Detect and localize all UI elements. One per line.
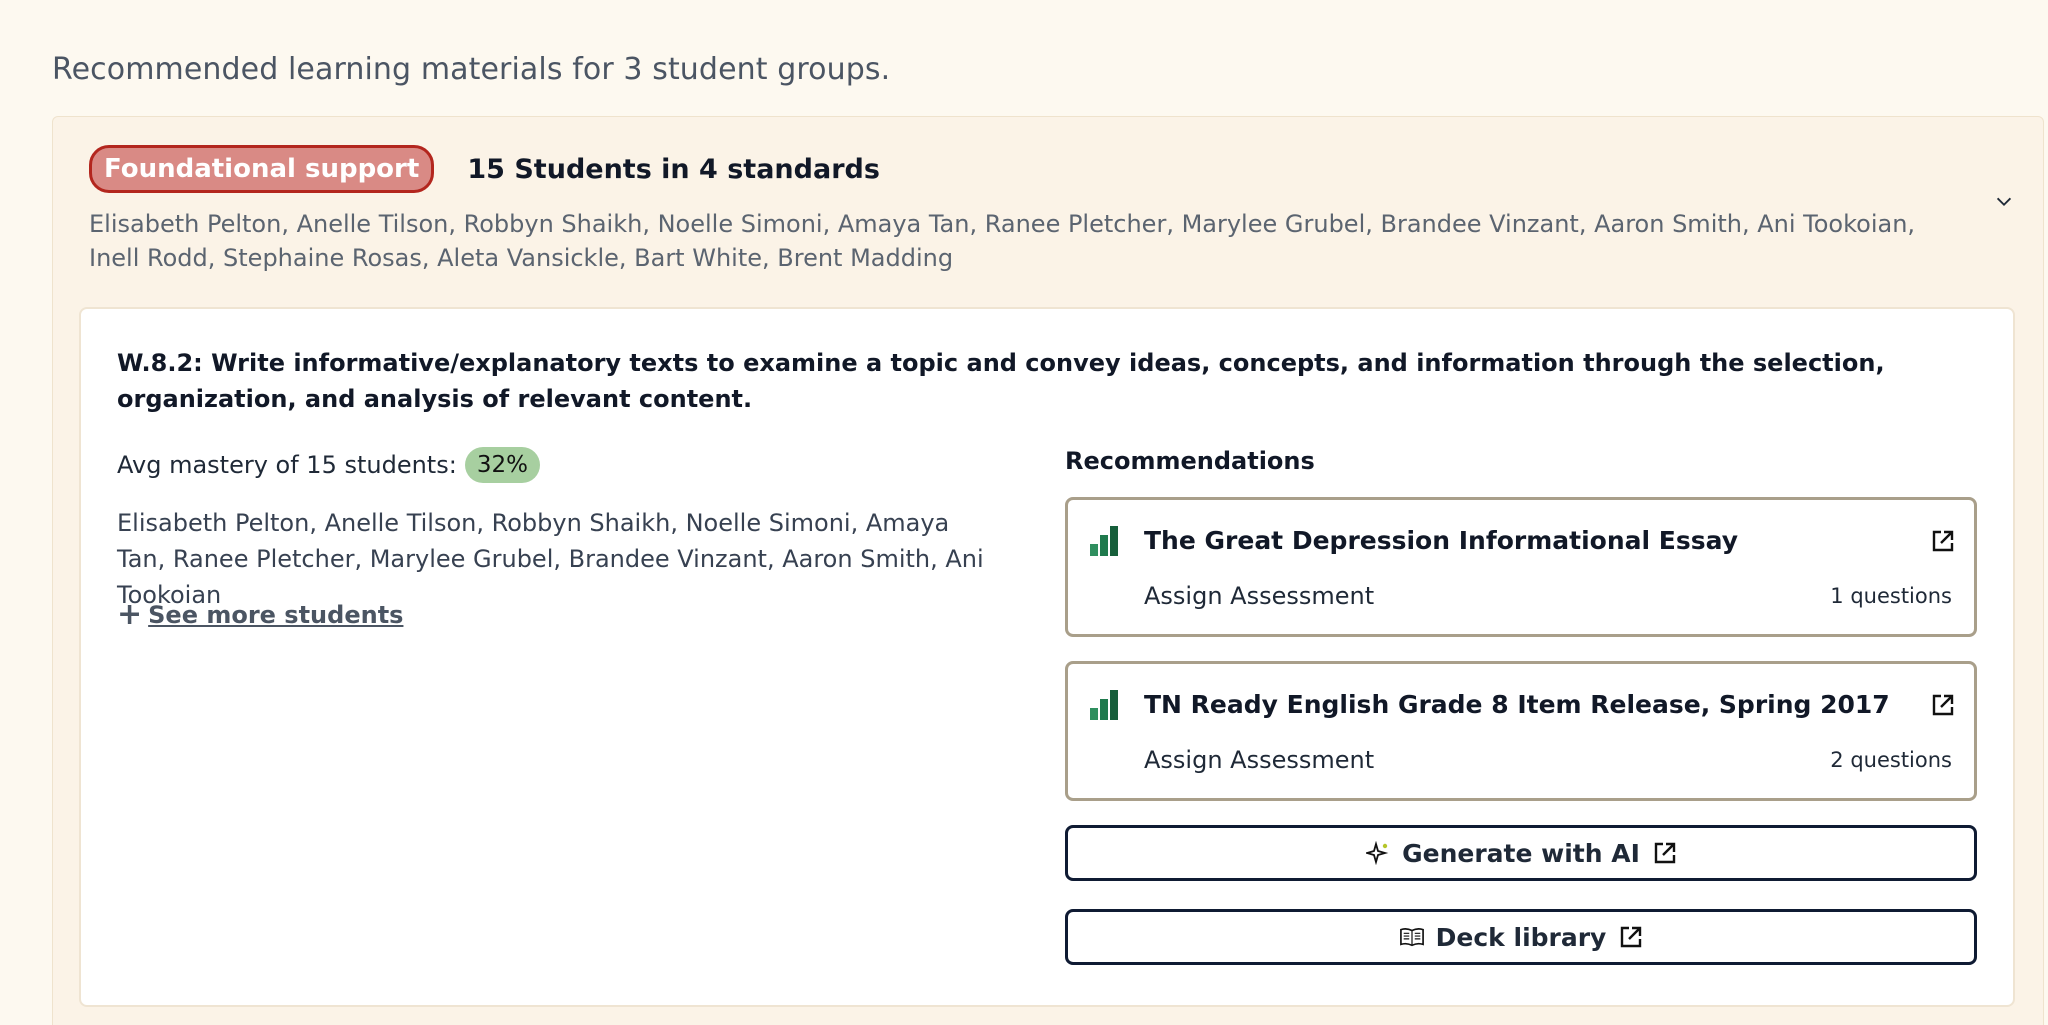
avg-mastery: Avg mastery of 15 students: 32%: [117, 447, 540, 483]
external-link-icon: [1654, 842, 1676, 864]
assign-assessment-label[interactable]: Assign Assessment: [1144, 582, 1374, 610]
external-link-icon[interactable]: [1932, 694, 1954, 716]
open-book-icon: [1399, 928, 1424, 947]
recommendations-heading: Recommendations: [1065, 447, 1315, 475]
see-more-label: See more students: [148, 600, 404, 629]
mastery-percent-badge: 32%: [464, 447, 540, 483]
external-link-icon: [1621, 926, 1642, 948]
recommendation-item[interactable]: The Great Depression Informational Essay…: [1065, 497, 1977, 637]
sparkle-icon: [1366, 841, 1389, 865]
see-more-students-link[interactable]: + See more students: [117, 597, 403, 632]
deck-library-label: Deck library: [1435, 922, 1607, 952]
standard-card: W.8.2: Write informative/explanatory tex…: [79, 307, 2015, 1007]
generate-with-ai-label: Generate with AI: [1402, 838, 1640, 868]
external-link-icon[interactable]: [1932, 530, 1954, 552]
deck-library-button[interactable]: Deck library: [1065, 909, 1977, 965]
question-count: 2 questions: [1830, 748, 1952, 772]
standard-title: W.8.2: Write informative/explanatory tex…: [117, 349, 1885, 413]
chevron-down-icon[interactable]: [1993, 191, 2015, 213]
bar-steps-icon: [1090, 526, 1118, 556]
recommendations-panel: Recommendations The Great Depression Inf…: [1065, 447, 1977, 965]
assign-assessment-label[interactable]: Assign Assessment: [1144, 746, 1374, 774]
mastery-label: Avg mastery of 15 students:: [117, 451, 457, 479]
group-title: 15 Students in 4 standards: [467, 153, 880, 185]
plus-icon: +: [117, 597, 143, 632]
generate-with-ai-button[interactable]: Generate with AI: [1065, 825, 1977, 881]
support-level-badge: Foundational support: [89, 145, 435, 193]
question-count: 1 questions: [1830, 584, 1952, 608]
recommendation-title: The Great Depression Informational Essay: [1144, 526, 1739, 555]
recommendation-title: TN Ready English Grade 8 Item Release, S…: [1144, 690, 1890, 719]
recommendation-item[interactable]: TN Ready English Grade 8 Item Release, S…: [1065, 661, 1977, 801]
group-students-list: Elisabeth Pelton, Anelle Tilson, Robbyn …: [89, 210, 1916, 272]
group-header[interactable]: Foundational support 15 Students in 4 st…: [89, 145, 1969, 275]
student-group-card: Foundational support 15 Students in 4 st…: [52, 116, 2044, 1025]
page-intro: Recommended learning materials for 3 stu…: [52, 52, 891, 87]
bar-steps-icon: [1090, 690, 1118, 720]
